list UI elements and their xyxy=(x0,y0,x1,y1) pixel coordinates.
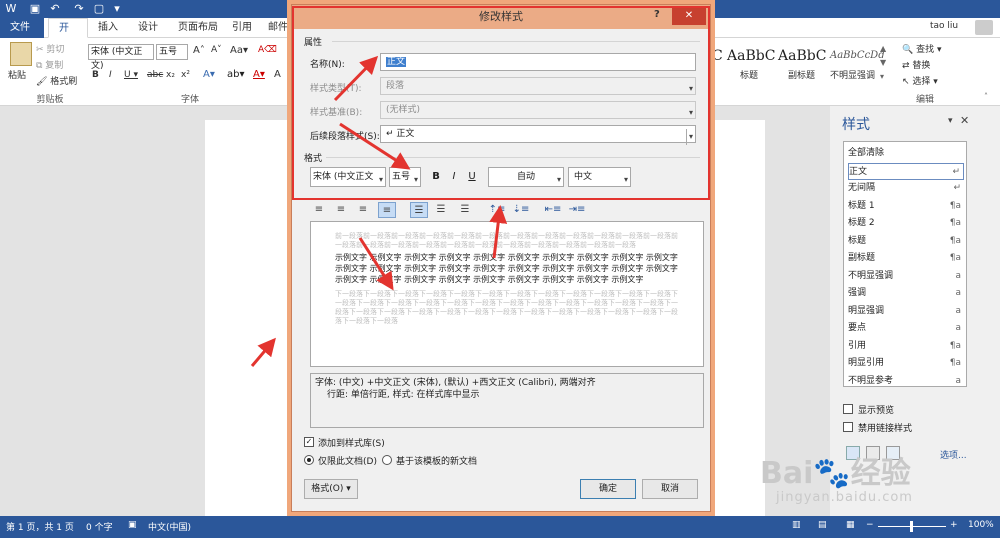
arrow-to-size xyxy=(339,122,411,170)
arrow-to-preview xyxy=(358,237,394,291)
arrow-to-spacing xyxy=(489,205,508,259)
arrow-document xyxy=(250,337,276,367)
annotation-arrows xyxy=(250,55,508,367)
arrow-to-name xyxy=(333,55,379,102)
